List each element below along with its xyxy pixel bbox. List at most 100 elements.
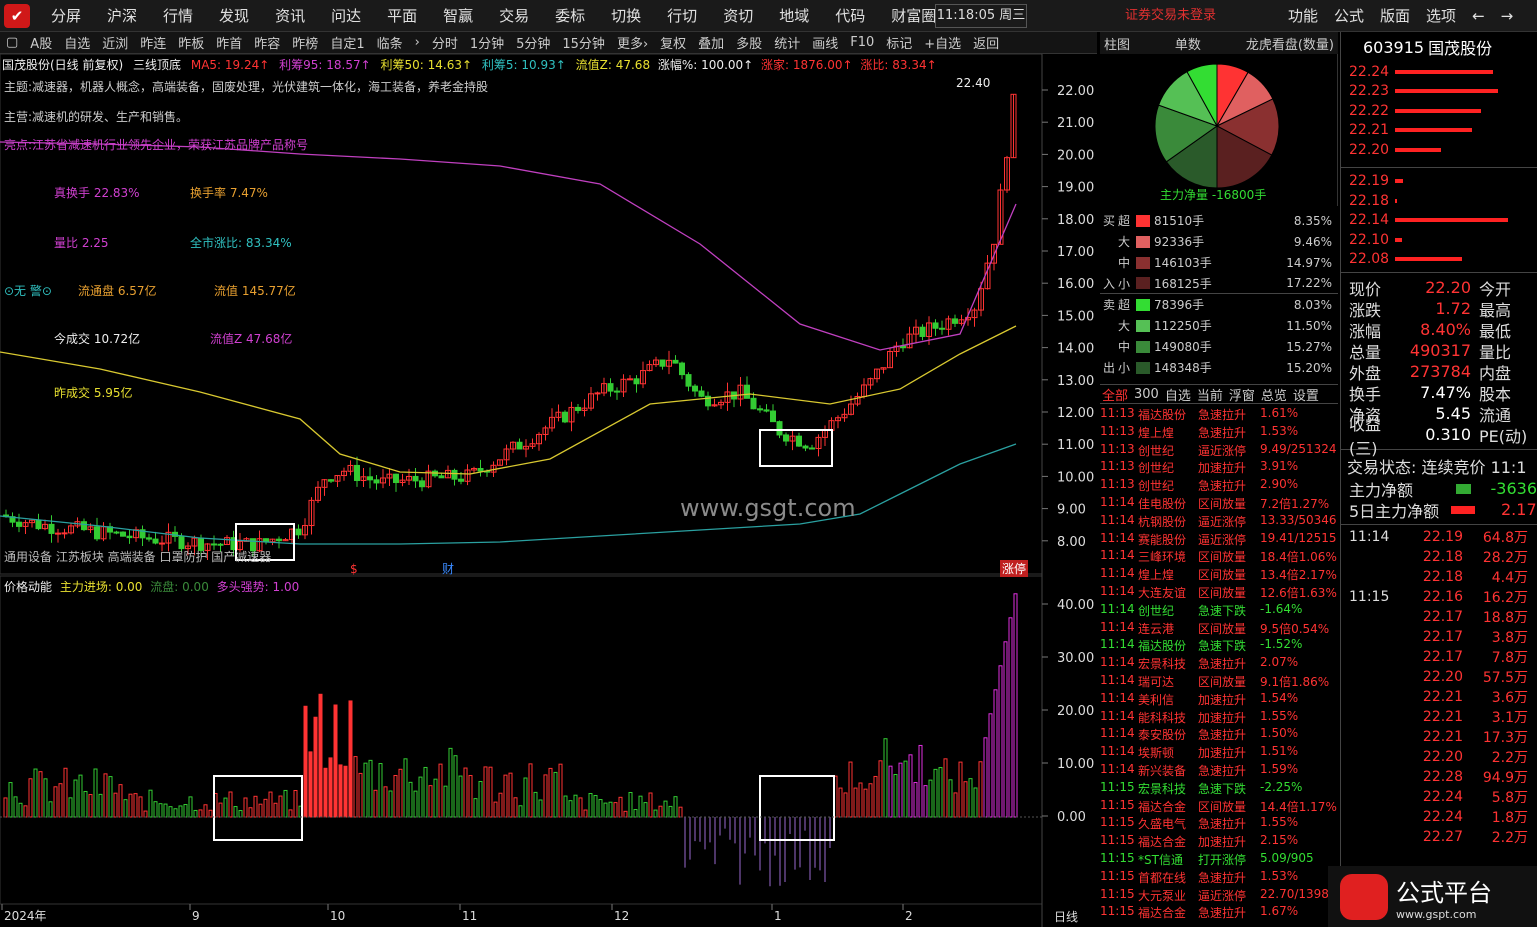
alert-row[interactable]: 11:14 创世纪 急速下跌 -1.64% — [1100, 602, 1338, 620]
menu-item-10[interactable]: 切换 — [598, 0, 654, 32]
toolbar-item-1[interactable]: A股 — [24, 33, 58, 52]
toolbar-item-8[interactable]: 昨榜 — [286, 33, 324, 52]
toolbar-item-11[interactable]: › — [409, 35, 426, 50]
tab-dragon-tiger[interactable]: 龙虎看盘(数量) — [1246, 34, 1334, 53]
app-logo-icon[interactable]: ✔ — [4, 4, 30, 28]
menu-item-1[interactable]: 沪深 — [94, 0, 150, 32]
alert-row[interactable]: 11:14 瑞可达 区间放量 9.1倍1.86% — [1100, 673, 1338, 691]
alert-row[interactable]: 11:14 煌上煌 区间放量 13.4倍2.17% — [1100, 566, 1338, 584]
alert-row[interactable]: 11:14 杭钢股份 逼近涨停 13.33/50346 — [1100, 513, 1338, 531]
toolbar-item-4[interactable]: 昨连 — [134, 33, 172, 52]
toolbar-item-20[interactable]: 统计 — [768, 33, 806, 52]
stock-title[interactable]: 国茂股份(日线 前复权) — [2, 58, 123, 72]
toolbar-item-10[interactable]: 临条 — [371, 33, 409, 52]
kline-chart[interactable]: 22.00 21.00 20.00 19.00 18.00 17.00 16.00 15.00… — [0, 54, 1097, 927]
toolbar-item-14[interactable]: 5分钟 — [510, 33, 556, 52]
menu-item-7[interactable]: 智赢 — [430, 0, 486, 32]
alert-row[interactable]: 11:14 能科科技 加速拉升 1.55% — [1100, 709, 1338, 727]
dividend-marker[interactable]: $ — [350, 562, 358, 576]
indicator2-name[interactable]: 价格动能 — [4, 580, 52, 594]
toolbar-item-19[interactable]: 多股 — [730, 33, 768, 52]
stock-tab-3[interactable]: 当前 — [1197, 385, 1223, 404]
alert-row[interactable]: 11:15 福达合金 区间放量 14.4倍1.17% — [1100, 798, 1338, 816]
alert-row[interactable]: 11:14 福达股份 急速下跌 -1.52% — [1100, 637, 1338, 655]
top-menu-item-0[interactable]: 功能 — [1280, 0, 1326, 32]
menu-item-13[interactable]: 地域 — [766, 0, 822, 32]
toolbar-item-17[interactable]: 复权 — [654, 33, 692, 52]
period-label[interactable]: 日线 — [1054, 908, 1078, 925]
toolbar-item-7[interactable]: 昨容 — [248, 33, 286, 52]
stock-tab-6[interactable]: 设置 — [1293, 385, 1319, 404]
alert-row[interactable]: 11:15 宏景科技 急速下跌 -2.25% — [1100, 780, 1338, 798]
toolbar-item-23[interactable]: 标记 — [880, 33, 918, 52]
toolbar-item-25[interactable]: 返回 — [967, 33, 1005, 52]
alert-row[interactable]: 11:14 新兴装备 急速拉升 1.59% — [1100, 762, 1338, 780]
stock-tab-0[interactable]: 全部 — [1102, 385, 1128, 404]
toolbar-item-3[interactable]: 近浏 — [96, 33, 134, 52]
alert-row[interactable]: 11:15 福达合金 加速拉升 2.15% — [1100, 833, 1338, 851]
alert-row[interactable]: 11:14 佳电股份 区间放量 7.2倍1.27% — [1100, 495, 1338, 513]
toolbar-item-2[interactable]: 自选 — [58, 33, 96, 52]
top-menu-item-3[interactable]: 选项 — [1418, 0, 1464, 32]
alert-row[interactable]: 11:15 福达合金 急速拉升 1.67% — [1100, 904, 1338, 922]
toolbar-item-21[interactable]: 画线 — [806, 33, 844, 52]
alert-row[interactable]: 11:14 美利信 加速拉升 1.54% — [1100, 691, 1338, 709]
toolbar-item-9[interactable]: 自定1 — [324, 33, 370, 52]
alert-row[interactable]: 11:14 赛能股份 逼近涨停 19.41/12515 — [1100, 531, 1338, 549]
momentum-bar — [143, 810, 148, 818]
stock-tab-5[interactable]: 总览 — [1261, 385, 1287, 404]
stock-tab-4[interactable]: 浮窗 — [1229, 385, 1255, 404]
alert-row[interactable]: 11:14 大连友谊 区间放量 12.6倍1.63% — [1100, 584, 1338, 602]
alert-row[interactable]: 11:15 *ST信通 打开涨停 5.09/905 — [1100, 851, 1338, 869]
toolbar-item-5[interactable]: 昨板 — [172, 33, 210, 52]
toolbar-item-13[interactable]: 1分钟 — [464, 33, 510, 52]
alert-row[interactable]: 11:15 久盛电气 急速拉升 1.55% — [1100, 815, 1338, 833]
alert-row[interactable]: 11:14 埃斯顿 加速拉升 1.51% — [1100, 744, 1338, 762]
toolbar-item-15[interactable]: 15分钟 — [556, 33, 611, 52]
alert-row[interactable]: 11:14 宏景科技 急速拉升 2.07% — [1100, 655, 1338, 673]
alert-row[interactable]: 11:14 泰安股份 急速拉升 1.50% — [1100, 726, 1338, 744]
alert-row[interactable]: 11:13 创世纪 加速拉升 3.91% — [1100, 459, 1338, 477]
financial-report-marker[interactable]: 财 — [442, 560, 454, 577]
toolbar-item-24[interactable]: +自选 — [918, 33, 967, 52]
top-menu-item-4[interactable]: ← — [1464, 0, 1493, 32]
toolbar-item-22[interactable]: F10 — [844, 35, 880, 50]
alert-row[interactable]: 11:13 煌上煌 急速拉升 1.53% — [1100, 424, 1338, 442]
chart-canvas[interactable]: 22.0021.0020.0019.0018.0017.0016.0015.00… — [0, 54, 1097, 927]
alert-row[interactable]: 11:13 创世纪 逼近涨停 9.49/251324 — [1100, 442, 1338, 460]
trade-login-alert[interactable]: 证券交易未登录 — [1125, 0, 1216, 32]
top-menu-item-5[interactable]: → — [1493, 0, 1522, 32]
toolbar-item-12[interactable]: 分时 — [426, 33, 464, 52]
menu-item-14[interactable]: 代码 — [822, 0, 878, 32]
alert-row[interactable]: 11:15 大元泵业 逼近涨停 22.70/1398 — [1100, 887, 1338, 905]
alert-row[interactable]: 11:13 创世纪 急速拉升 2.90% — [1100, 477, 1338, 495]
stock-tab-2[interactable]: 自选 — [1165, 385, 1191, 404]
top-menu-item-1[interactable]: 公式 — [1326, 0, 1372, 32]
stock-tab-1[interactable]: 300 — [1134, 387, 1159, 402]
toolbar-item-0[interactable]: ▢ — [0, 35, 24, 50]
today-turnover: 今成交 10.72亿 — [54, 332, 141, 346]
menu-item-5[interactable]: 问达 — [318, 0, 374, 32]
alert-row[interactable]: 11:15 首都在线 急速拉升 1.53% — [1100, 869, 1338, 887]
alert-row[interactable]: 11:14 连云港 区间放量 9.5倍0.54% — [1100, 620, 1338, 638]
toolbar-item-16[interactable]: 更多› — [611, 33, 654, 52]
menu-item-12[interactable]: 资切 — [710, 0, 766, 32]
menu-item-4[interactable]: 资讯 — [262, 0, 318, 32]
alert-row[interactable]: 11:14 三峰环境 区间放量 18.4倍1.06% — [1100, 548, 1338, 566]
toolbar-item-6[interactable]: 昨首 — [210, 33, 248, 52]
toolbar-item-18[interactable]: 叠加 — [692, 33, 730, 52]
menu-item-2[interactable]: 行情 — [150, 0, 206, 32]
tab-order-count[interactable]: 单数 — [1175, 34, 1201, 53]
indicator-name[interactable]: 三线顶底 — [133, 58, 181, 72]
menu-item-11[interactable]: 行切 — [654, 0, 710, 32]
top-menu-item-2[interactable]: 版面 — [1372, 0, 1418, 32]
menu-item-0[interactable]: 分屏 — [38, 0, 94, 32]
menu-item-6[interactable]: 平面 — [374, 0, 430, 32]
menu-item-8[interactable]: 交易 — [486, 0, 542, 32]
alert-row[interactable]: 11:13 福达股份 急速拉升 1.61% — [1100, 406, 1338, 424]
menu-item-9[interactable]: 委标 — [542, 0, 598, 32]
limit-up-marker[interactable]: 涨停 — [1000, 560, 1029, 577]
menu-item-3[interactable]: 发现 — [206, 0, 262, 32]
tick-row: 22.17 18.8万 — [1341, 607, 1537, 627]
tab-bar-chart[interactable]: 柱图 — [1104, 34, 1130, 53]
